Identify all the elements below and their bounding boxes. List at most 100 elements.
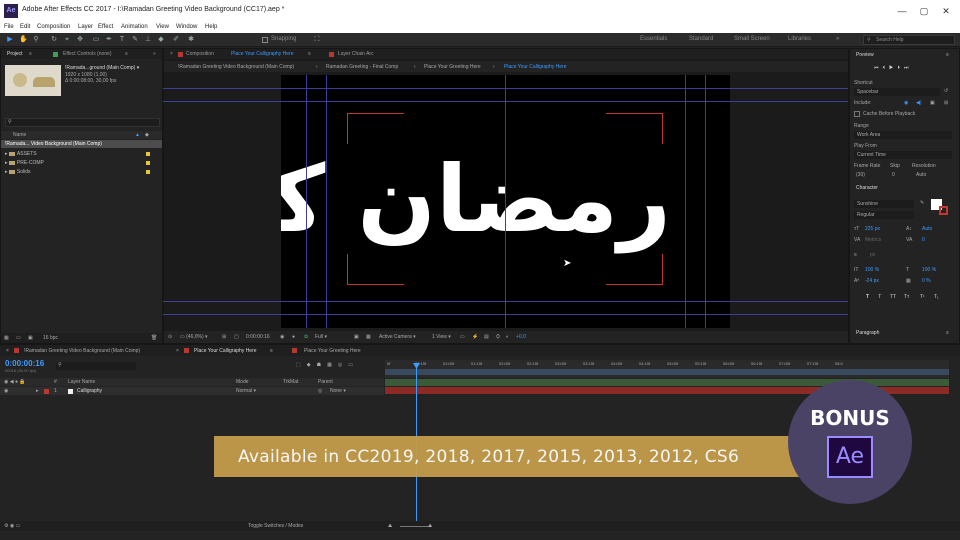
menu-layer[interactable]: Layer (78, 24, 93, 30)
timeline-menu-icon[interactable]: ≡ (270, 348, 273, 354)
timeline-search-input[interactable]: ⚲ (56, 362, 136, 370)
font-style-dropdown[interactable]: Regular (854, 211, 914, 219)
shortcut-dropdown[interactable]: Spacebar (854, 88, 940, 96)
selection-tool-icon[interactable]: ▶ (6, 36, 14, 44)
composition-tab-label[interactable]: Composition (186, 51, 214, 57)
exposure-value[interactable]: +0,0 (516, 334, 526, 340)
menu-window[interactable]: Window (176, 24, 197, 30)
workspace-essentials[interactable]: Essentials (640, 36, 667, 42)
close-tab-icon[interactable]: × (6, 348, 9, 354)
exposure-icon[interactable]: ◐ (506, 334, 509, 340)
range-dropdown[interactable]: Work Area (854, 131, 952, 139)
rectangle-tool-icon[interactable]: ▭ (92, 36, 100, 44)
puppet-tool-icon[interactable]: ✱ (187, 36, 195, 44)
visibility-eye-icon[interactable]: ◉ (4, 388, 8, 394)
include-overlays-icon[interactable]: ▣ (930, 100, 935, 106)
close-tab-icon[interactable]: × (176, 348, 179, 354)
pen-tool-icon[interactable]: ✒ (105, 36, 113, 44)
menu-edit[interactable]: Edit (20, 24, 30, 30)
color-channel-icon[interactable]: ✿ (304, 334, 308, 340)
fast-preview-icon[interactable]: ⚡ (472, 334, 478, 340)
project-item-solids[interactable]: ▸ Solids (1, 168, 162, 176)
column-number[interactable]: # (54, 379, 57, 385)
workspace-overflow-icon[interactable]: » (836, 36, 839, 42)
label-column-icon[interactable]: ◆ (145, 132, 149, 138)
timeline-icon[interactable]: ▤ (484, 334, 489, 340)
pan-behind-tool-icon[interactable]: ✥ (76, 36, 84, 44)
comp-flowchart-icon[interactable]: ⬚ (296, 362, 307, 368)
work-area-bar[interactable] (385, 369, 949, 375)
layer-mode-dropdown[interactable]: Normal ▾ (236, 388, 256, 394)
layer-parent-dropdown[interactable]: None ▾ (330, 388, 346, 394)
column-trkmat[interactable]: TrkMat (283, 379, 298, 385)
leading-value[interactable]: Auto (922, 226, 932, 232)
zoom-tool-icon[interactable]: ⚲ (32, 36, 40, 44)
tsume-value[interactable]: 0 % (922, 278, 931, 284)
tab-layer[interactable]: Layer Chain Arc (338, 51, 374, 57)
guide-line[interactable] (326, 75, 327, 328)
zoom-in-icon[interactable]: ⛰ (428, 523, 432, 529)
frame-rate-value[interactable]: (30) (856, 172, 865, 178)
interpret-footage-icon[interactable]: ▦ (4, 335, 9, 341)
panel-overflow-icon[interactable]: » (153, 51, 156, 57)
layer-name[interactable]: Calligraphy (77, 388, 102, 394)
new-folder-icon[interactable]: ▭ (16, 335, 21, 341)
toggle-switches-modes[interactable]: Toggle Switches / Modes (248, 523, 303, 529)
rotate-tool-icon[interactable]: ↻ (50, 36, 58, 44)
bit-depth-label[interactable]: 16 bpc (43, 335, 58, 341)
style-italic-button[interactable]: T (878, 294, 881, 300)
calligraphy-text-layer[interactable]: رمضان كريم (281, 125, 671, 275)
column-mode[interactable]: Mode (236, 379, 249, 385)
stroke-unit[interactable]: px (870, 252, 875, 258)
camera-dropdown[interactable]: Active Camera ▾ (379, 334, 416, 340)
horizontal-scale-value[interactable]: 100 % (922, 267, 936, 273)
tab-project[interactable]: Project (7, 51, 23, 57)
breadcrumb-main-comp[interactable]: !Ramadan Greeting Video Background (Main… (178, 64, 294, 70)
zoom-out-icon[interactable]: ⛰ (388, 523, 392, 529)
hand-tool-icon[interactable]: ✋ (19, 36, 28, 44)
menu-animation[interactable]: Animation (121, 24, 148, 30)
menu-help[interactable]: Help (205, 24, 217, 30)
play-icon[interactable]: ▶ (889, 65, 897, 71)
column-parent[interactable]: Parent (318, 379, 333, 385)
minimize-button[interactable]: — (890, 4, 914, 18)
new-comp-icon[interactable]: ▣ (28, 335, 33, 341)
column-layer-name[interactable]: Layer Name (68, 379, 95, 385)
project-item-selected[interactable]: !Ramada... Video Background (Main Comp) (1, 140, 162, 148)
graph-editor-icon[interactable]: ▭ (348, 362, 359, 368)
tracking-value[interactable]: 0 (922, 237, 925, 243)
style-allcaps-button[interactable]: TT (890, 294, 896, 300)
first-frame-icon[interactable]: ⏮ (874, 65, 883, 71)
menu-composition[interactable]: Composition (37, 24, 70, 30)
timeline-tab-main-comp[interactable]: !Ramadan Greeting Video Background (Main… (24, 348, 140, 354)
layer-label-color[interactable] (44, 389, 49, 394)
roto-brush-tool-icon[interactable]: ✐ (172, 36, 180, 44)
paragraph-menu-icon[interactable]: ≡ (946, 330, 949, 336)
frame-blending-icon[interactable]: ▦ (327, 362, 338, 368)
last-frame-icon[interactable]: ⏭ (904, 65, 913, 71)
snapping-checkbox[interactable] (262, 37, 268, 43)
cache-checkbox[interactable] (854, 111, 860, 117)
camera-tool-icon[interactable]: ⌖ (63, 36, 71, 44)
draft-3d-icon[interactable]: ◆ (307, 362, 317, 368)
timeline-tab-calligraphy[interactable]: Place Your Calligraphy Here (194, 348, 257, 354)
snapshot-icon[interactable]: ◉ (280, 334, 284, 340)
flowchart-icon[interactable]: ⛭ (496, 334, 500, 340)
vertical-scale-value[interactable]: 100 % (865, 267, 879, 273)
composition-tab-name[interactable]: Place Your Calligraphy Here (231, 51, 294, 57)
effect-controls-menu-icon[interactable]: ≡ (125, 51, 128, 57)
always-preview-icon[interactable]: ⊙ (168, 334, 172, 340)
menu-view[interactable]: View (156, 24, 169, 30)
reset-icon[interactable]: ↺ (944, 88, 948, 94)
parent-pickwhip-icon[interactable]: ◎ (318, 388, 322, 394)
close-tab-icon[interactable]: × (170, 51, 173, 57)
guide-line[interactable] (685, 75, 686, 328)
selected-comp-name[interactable]: !Ramada...ground (Main Comp) ▾ (65, 65, 139, 71)
font-family-dropdown[interactable]: Sunshine (854, 200, 914, 208)
font-size-value[interactable]: 225 px (865, 226, 880, 232)
layer-switches-icon[interactable]: ⚙ ◉ ▭ (4, 523, 20, 529)
stroke-color-swatch[interactable] (939, 206, 948, 215)
kerning-value[interactable]: Metrics (865, 237, 881, 243)
include-audio-icon[interactable]: ◀) (916, 100, 922, 106)
close-button[interactable]: ✕ (934, 4, 958, 18)
